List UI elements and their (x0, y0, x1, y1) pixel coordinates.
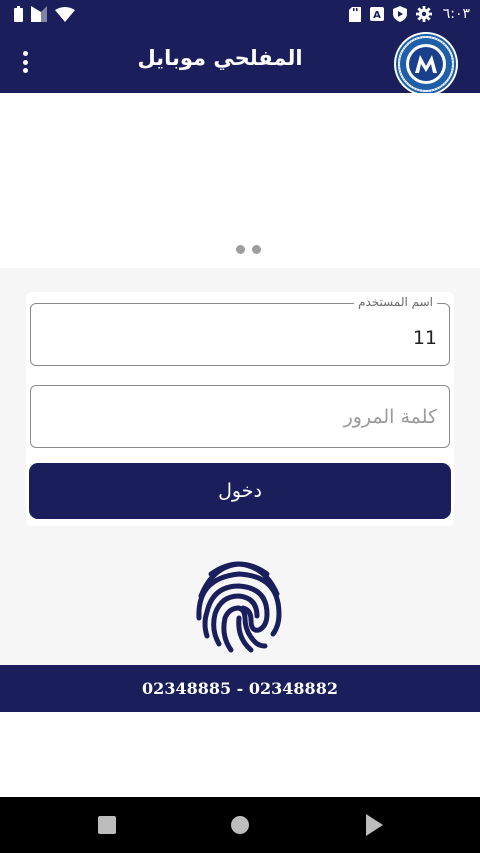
more-vert-icon[interactable] (14, 48, 36, 76)
slider-dot[interactable] (252, 245, 261, 254)
status-time: ٦:٠٣ (442, 6, 470, 22)
status-left-icons (14, 6, 75, 22)
fingerprint-icon[interactable] (193, 556, 285, 656)
contact-phones: 02348885 - 02348882 (142, 679, 338, 698)
status-bar: A ٦:٠٣ (0, 0, 480, 30)
app-title: المفلحي موبايل (137, 46, 303, 70)
triangle-back-icon[interactable] (366, 814, 383, 836)
shield-play-icon (392, 6, 407, 22)
slider-dot[interactable] (236, 245, 245, 254)
square-stop-icon[interactable] (98, 816, 116, 834)
password-field[interactable] (30, 385, 450, 448)
circle-home-icon[interactable] (231, 816, 249, 834)
company-logo-icon (394, 32, 458, 96)
login-card: اسم المستخدم دخول (26, 292, 454, 526)
login-section: اسم المستخدم دخول (0, 268, 480, 665)
banner-slider[interactable] (0, 93, 480, 268)
svg-text:A: A (373, 10, 381, 21)
status-right-icons: A ٦:٠٣ (348, 6, 470, 22)
settings-gear-icon (415, 6, 432, 22)
app-bar: المفلحي موبايل (0, 30, 480, 96)
signal-icon (31, 6, 47, 22)
battery-icon (14, 6, 23, 22)
login-button[interactable]: دخول (29, 463, 451, 519)
blank-area (0, 712, 480, 797)
sd-card-icon (348, 6, 361, 22)
slider-page-indicator (236, 245, 261, 254)
wifi-icon (55, 6, 75, 22)
system-nav-bar (0, 797, 480, 853)
password-input[interactable] (31, 386, 449, 447)
username-input[interactable] (31, 304, 449, 365)
username-field[interactable]: اسم المستخدم (30, 295, 450, 366)
contact-footer: 02348885 - 02348882 (0, 665, 480, 712)
notification-a-icon: A (369, 7, 384, 21)
